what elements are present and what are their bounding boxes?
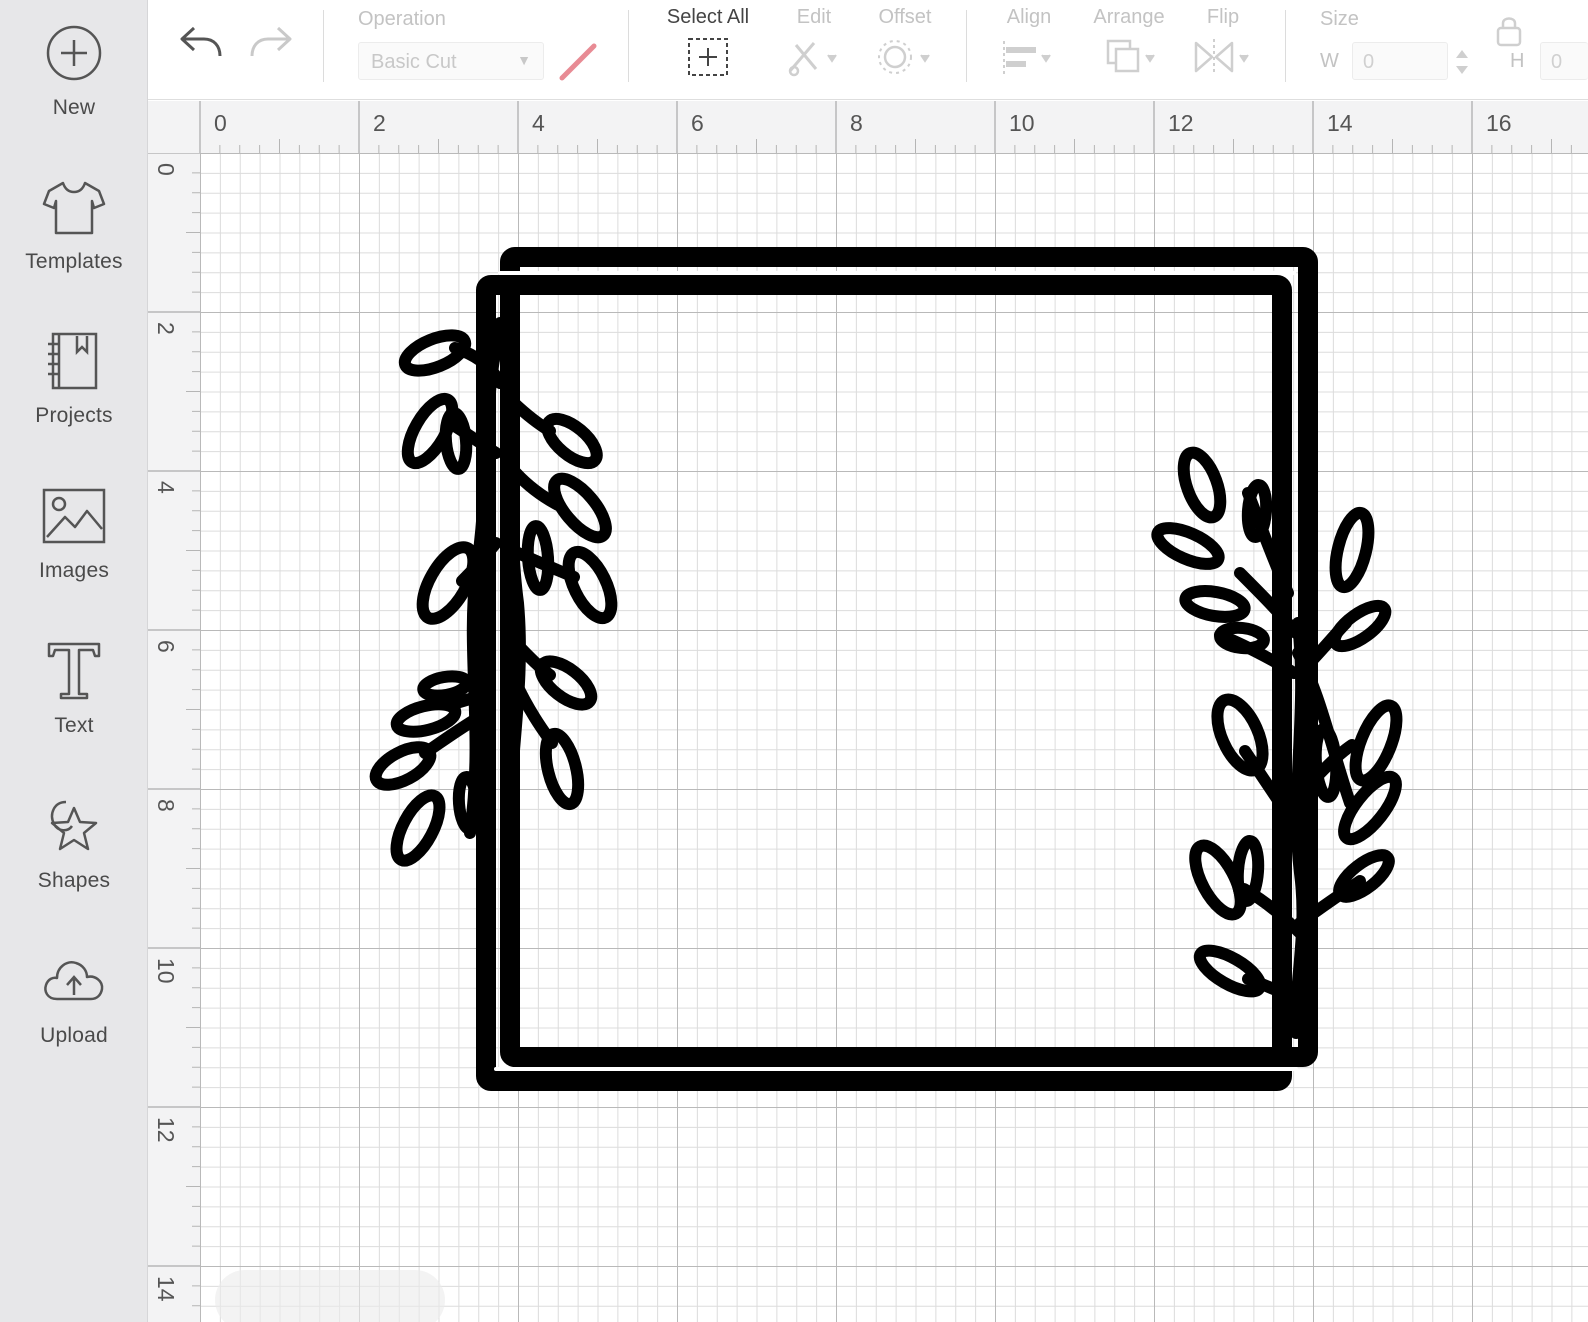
pen-color-swatch[interactable] (556, 40, 600, 89)
select-all-icon (687, 37, 729, 77)
toolbar-divider (966, 10, 967, 82)
operation-value: Basic Cut (371, 51, 457, 73)
left-sidebar: New Templates Projects Images Text Shape… (0, 0, 148, 1322)
size-label: Size (1320, 8, 1359, 30)
text-t-icon (39, 636, 109, 706)
width-label: W (1320, 50, 1339, 72)
image-icon (39, 481, 109, 551)
sidebar-item-text[interactable]: Text (0, 636, 148, 776)
sidebar-item-label: Text (54, 714, 94, 737)
offset-icon (870, 37, 940, 82)
flip-label: Flip (1206, 6, 1240, 28)
height-value: 0 (1551, 51, 1563, 73)
sidebar-item-shapes[interactable]: Shapes (0, 791, 148, 931)
ruler-label: 6 (691, 110, 704, 136)
ruler-label: 12 (153, 1117, 179, 1143)
edit-button[interactable]: Edit (784, 6, 844, 82)
align-left-icon (998, 37, 1060, 82)
vertical-ruler: 0 2 4 6 8 10 12 14 (148, 153, 200, 1322)
sidebar-item-label: Upload (40, 1024, 108, 1047)
chevron-down-icon: ▼ (517, 52, 531, 68)
ruler-label: 14 (153, 1276, 179, 1302)
ruler-label: 2 (153, 322, 179, 335)
height-label: H (1510, 50, 1525, 72)
ruler-label: 0 (153, 163, 179, 176)
offset-button[interactable]: Offset (870, 6, 940, 82)
lock-aspect-button[interactable] (1494, 14, 1524, 53)
ruler-label: 0 (214, 110, 227, 136)
height-input[interactable]: 0 (1540, 42, 1588, 80)
operation-label: Operation (358, 8, 446, 30)
lock-icon (1496, 17, 1522, 47)
ruler-label: 12 (1168, 110, 1194, 136)
ruler-label: 4 (532, 110, 545, 136)
scissors-pen-icon (784, 37, 844, 82)
arrange-layers-icon (1086, 37, 1172, 82)
select-all-button[interactable]: Select All (660, 6, 756, 77)
ruler-ticks: 0 2 4 6 8 10 12 14 16 (199, 101, 1572, 153)
sidebar-item-upload[interactable]: Upload (0, 946, 148, 1086)
sidebar-item-label: Projects (35, 404, 113, 427)
top-toolbar: Operation Basic Cut ▼ Select All Edit Of… (148, 0, 1588, 100)
sidebar-item-label: Images (38, 559, 110, 582)
sidebar-item-label: New (52, 96, 96, 119)
ruler-label: 8 (153, 799, 179, 812)
toolbar-divider (628, 10, 629, 82)
undo-icon (178, 26, 224, 66)
align-button[interactable]: Align (998, 6, 1060, 82)
width-value: 0 (1363, 51, 1375, 73)
sidebar-item-new[interactable]: New (0, 18, 148, 158)
notebook-icon (39, 326, 109, 396)
shapes-icon (39, 791, 109, 861)
redo-icon (248, 26, 294, 66)
undo-button[interactable] (178, 22, 224, 67)
flip-button[interactable]: Flip (1188, 6, 1258, 82)
flip-horizontal-icon (1188, 37, 1258, 82)
arrange-label: Arrange (1093, 6, 1165, 28)
ruler-ticks: 0 2 4 6 8 10 12 14 (148, 153, 200, 1307)
ruler-label: 8 (850, 110, 863, 136)
select-all-label: Select All (666, 6, 750, 28)
sidebar-item-projects[interactable]: Projects (0, 326, 148, 466)
arrange-button[interactable]: Arrange (1086, 6, 1172, 82)
leafy-square-frame-design[interactable] (200, 153, 1588, 1322)
edit-label: Edit (796, 6, 832, 28)
ruler-label: 10 (153, 958, 179, 984)
ruler-label: 4 (153, 481, 179, 494)
ruler-label: 6 (153, 640, 179, 653)
cloud-upload-icon (39, 946, 109, 1016)
width-stepper[interactable] (1452, 46, 1472, 83)
ruler-label: 2 (373, 110, 386, 136)
horizontal-ruler: 0 2 4 6 8 10 12 14 16 (148, 101, 1588, 153)
frame-back-square (500, 247, 1318, 1067)
redo-button[interactable] (248, 22, 294, 67)
ruler-label: 10 (1009, 110, 1035, 136)
operation-select[interactable]: Basic Cut ▼ (358, 42, 544, 80)
offset-label: Offset (878, 6, 932, 28)
width-input[interactable]: 0 (1352, 42, 1448, 80)
stepper-arrows-icon (1456, 50, 1468, 74)
frame-front-square (476, 275, 1292, 1091)
sidebar-item-label: Shapes (37, 869, 111, 892)
sidebar-item-images[interactable]: Images (0, 481, 148, 621)
sidebar-item-templates[interactable]: Templates (0, 172, 148, 312)
ruler-label: 16 (1486, 110, 1512, 136)
design-canvas[interactable] (200, 153, 1588, 1322)
align-label: Align (1006, 6, 1052, 28)
toolbar-divider (1285, 10, 1286, 82)
ruler-label: 14 (1327, 110, 1353, 136)
sidebar-item-label: Templates (25, 250, 123, 273)
plus-circle-icon (39, 18, 109, 88)
toolbar-divider (323, 10, 324, 82)
tshirt-icon (39, 172, 109, 242)
pen-icon (559, 43, 597, 81)
zoom-control-faded[interactable] (215, 1270, 445, 1322)
